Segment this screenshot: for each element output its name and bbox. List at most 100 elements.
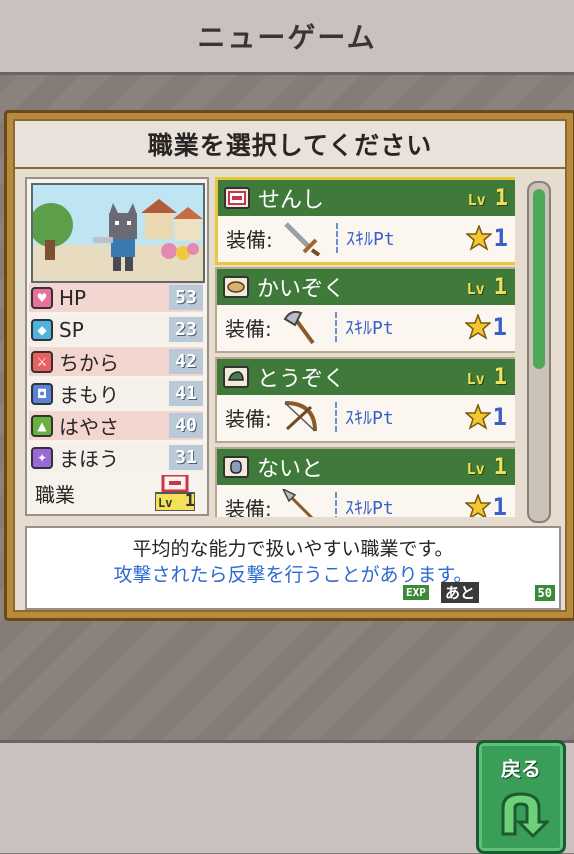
job-level: 1 xyxy=(493,364,507,390)
star-icon xyxy=(463,312,492,340)
level-prefix: Lv xyxy=(466,369,485,388)
job-level-badge: Lv 1 xyxy=(467,365,507,390)
skill-points-label: ｽｷﾙPt xyxy=(345,408,394,429)
job-name: ないと xyxy=(257,457,324,482)
skill-points-label: ｽｷﾙPt xyxy=(345,498,394,517)
job-option-header: ないと Lv 1 xyxy=(217,449,515,485)
stat-value: 42 xyxy=(169,349,203,374)
job-option-4[interactable]: ないと Lv 1 装備: ｽｷﾙPt 1 xyxy=(215,447,515,517)
boot-icon: ▲ xyxy=(31,414,53,437)
star-icon xyxy=(463,492,492,517)
level-prefix: Lv xyxy=(467,190,486,209)
job-list-scrollbar[interactable] xyxy=(527,181,551,523)
stat-value: 53 xyxy=(169,285,203,310)
scrollbar-thumb[interactable] xyxy=(533,189,545,369)
sword-icon: ⚔ xyxy=(31,350,53,373)
panel-title: 職業を選択してください xyxy=(147,131,433,160)
stat-label: まほう xyxy=(59,447,119,471)
stat-value: 40 xyxy=(169,413,203,438)
description-line-2: 攻撃されたら反撃を行うことがあります。 xyxy=(113,564,473,586)
description-line-1: 平均的な能力で扱いやすい職業です。 xyxy=(132,538,454,560)
equipment-label: 装備: xyxy=(225,406,272,431)
stat-value: 23 xyxy=(169,317,203,342)
job-name: せんし xyxy=(258,188,325,213)
stat-label: SP xyxy=(59,317,84,342)
job-select-panel: 職業を選択してください ♥ HP 53 ◆ SP 23 ⚔ ちから 42 ◘ ま… xyxy=(4,110,574,621)
job-option-1[interactable]: せんし Lv 1 装備: ｽｷﾙPt 1 xyxy=(215,177,515,265)
stat-row: ⚔ ちから 42 xyxy=(29,347,203,376)
job-option-2[interactable]: かいぞく Lv 1 装備: ｽｷﾙPt 1 xyxy=(215,267,515,353)
job-level: 1 xyxy=(494,185,508,211)
current-job-level: 1 xyxy=(184,491,195,511)
stat-row: ◆ SP 23 xyxy=(29,315,203,344)
job-name: とうぞく xyxy=(257,367,346,392)
skill-points: 1 xyxy=(493,224,508,252)
knight-helm-icon xyxy=(223,456,249,478)
character-portrait xyxy=(31,183,205,283)
star-icon xyxy=(463,402,492,430)
svg-text:Lv: Lv xyxy=(158,496,172,510)
job-option-body: 装備: ｽｷﾙPt 1 xyxy=(217,305,515,349)
star-icon xyxy=(464,223,493,251)
back-button-label: 戻る xyxy=(501,757,541,781)
divider xyxy=(336,223,338,253)
job-option-body: 装備: ｽｷﾙPt 1 xyxy=(218,216,515,260)
divider xyxy=(335,402,337,432)
job-level-badge: Lv 1 xyxy=(467,455,507,480)
stat-row: ◘ まもり 41 xyxy=(29,379,203,408)
axe-icon xyxy=(281,309,321,345)
character-status: ♥ HP 53 ◆ SP 23 ⚔ ちから 42 ◘ まもり 41 ▲ はやさ 40 ✦ まほう 31 職業 Lv 1 xyxy=(25,177,209,516)
job-level: 1 xyxy=(493,454,507,480)
panel-inner: 職業を選択してください ♥ HP 53 ◆ SP 23 ⚔ ちから 42 ◘ ま… xyxy=(13,119,567,612)
exp-tag: EXP xyxy=(403,585,429,600)
top-bar: ニューゲーム xyxy=(0,0,574,75)
shield-icon: ◘ xyxy=(31,382,53,405)
job-level: 1 xyxy=(493,274,507,300)
spear-icon xyxy=(281,487,321,517)
job-level-badge: Lv 1 xyxy=(468,186,508,211)
job-option-3[interactable]: とうぞく Lv 1 装備: ｽｷﾙPt 1 xyxy=(215,357,515,443)
exp-remaining-value: 50 xyxy=(534,585,555,601)
return-arrow-icon xyxy=(501,792,549,838)
job-option-body: 装備: ｽｷﾙPt 1 xyxy=(217,485,515,517)
back-button[interactable]: 戻る xyxy=(476,740,566,854)
job-name: かいぞく xyxy=(257,277,346,302)
stat-label: まもり xyxy=(59,383,119,407)
stat-label: ちから xyxy=(59,351,119,375)
magic-icon: ✦ xyxy=(31,446,53,469)
exp-remaining-label: あと xyxy=(441,582,480,603)
heart-icon: ♥ xyxy=(31,286,53,309)
job-option-body: 装備: ｽｷﾙPt 1 xyxy=(217,395,515,439)
divider xyxy=(335,492,337,517)
panel-header: 職業を選択してください xyxy=(15,121,565,169)
equipment-label: 装備: xyxy=(225,496,272,518)
divider xyxy=(335,312,337,342)
equipment-label: 装備: xyxy=(225,316,272,341)
stat-label: はやさ xyxy=(59,415,119,439)
job-option-header: せんし Lv 1 xyxy=(218,180,515,216)
sword-icon xyxy=(282,220,322,257)
job-list[interactable]: せんし Lv 1 装備: ｽｷﾙPt 1 かいぞく Lv 1 装備: ｽｷﾙPt 1 とうぞく Lv … xyxy=(215,177,515,517)
stat-value: 31 xyxy=(169,445,203,470)
current-job-field: 職業 Lv xyxy=(29,473,203,512)
level-prefix: Lv xyxy=(466,279,485,298)
skill-points: 1 xyxy=(492,313,507,341)
bow-icon xyxy=(281,399,321,435)
bandana-icon xyxy=(223,276,249,298)
skill-points: 1 xyxy=(492,493,507,517)
skill-points-label: ｽｷﾙPt xyxy=(345,318,394,339)
equipment-label: 装備: xyxy=(226,227,273,252)
current-job-label: 職業 xyxy=(35,482,75,507)
stat-row: ✦ まほう 31 xyxy=(29,443,203,472)
skill-points: 1 xyxy=(492,403,507,431)
screen-title: ニューゲーム xyxy=(197,21,377,54)
job-level-badge: Lv 1 xyxy=(467,275,507,300)
skill-points-label: ｽｷﾙPt xyxy=(346,229,395,250)
stat-row: ▲ はやさ 40 xyxy=(29,411,203,440)
stat-value: 41 xyxy=(169,381,203,406)
stat-label: HP xyxy=(59,285,87,310)
hood-icon xyxy=(223,366,249,388)
job-description: 平均的な能力で扱いやすい職業です。 攻撃されたら反撃を行うことがあります。 EX… xyxy=(25,526,561,610)
stat-row: ♥ HP 53 xyxy=(29,283,203,312)
level-prefix: Lv xyxy=(466,459,485,478)
